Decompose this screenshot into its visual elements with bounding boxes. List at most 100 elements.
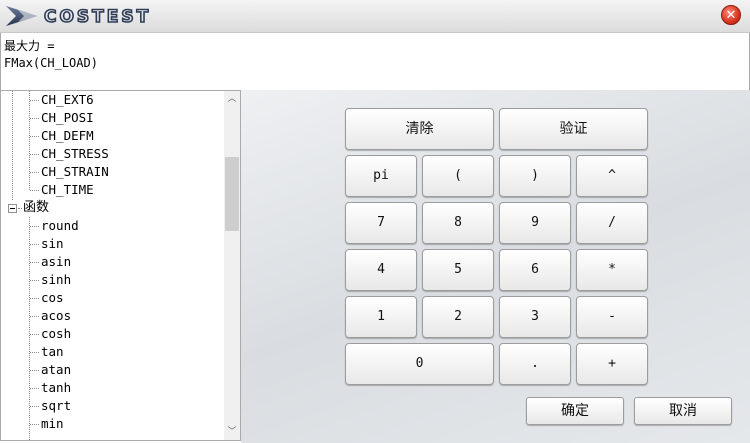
digit-8-button[interactable]: 8	[422, 202, 494, 244]
formula-name-line: 最大力 =	[4, 39, 55, 53]
tree-branch	[30, 334, 39, 335]
digit-1-button[interactable]: 1	[345, 296, 417, 338]
tree-branch	[30, 424, 39, 425]
tree-item-cosh[interactable]: cosh	[41, 325, 71, 343]
tree-item-tanh[interactable]: tanh	[41, 379, 71, 397]
variable-function-tree[interactable]: CH_EXT6 CH_POSI CH_DEFM CH_STRESS CH_STR…	[0, 90, 241, 441]
tree-item-cos[interactable]: cos	[41, 289, 64, 307]
pi-button[interactable]: pi	[345, 155, 417, 197]
tree-branch	[30, 298, 39, 299]
digit-1-label: 1	[377, 309, 385, 324]
digit-6-button[interactable]: 6	[499, 249, 571, 291]
digit-0-label: 0	[415, 356, 424, 371]
app-logo: COSTEST	[4, 4, 194, 28]
digit-7-label: 7	[377, 215, 385, 230]
tree-item-ch-defm[interactable]: CH_DEFM	[41, 127, 94, 145]
subtract-button[interactable]: -	[576, 296, 648, 338]
tree-branch	[30, 118, 39, 119]
clear-button[interactable]: 清除	[345, 108, 494, 150]
verify-label: 验证	[559, 121, 588, 137]
tree-branch	[30, 280, 39, 281]
clear-label: 清除	[405, 121, 434, 137]
digit-9-button[interactable]: 9	[499, 202, 571, 244]
tree-branch	[18, 208, 22, 209]
formula-expression-line: FMax(CH_LOAD)	[4, 56, 98, 70]
add-label: +	[608, 356, 616, 371]
digit-4-button[interactable]: 4	[345, 249, 417, 291]
digit-9-label: 9	[531, 215, 539, 230]
tree-item-ch-ext6[interactable]: CH_EXT6	[41, 91, 94, 109]
divide-button[interactable]: /	[576, 202, 648, 244]
divide-label: /	[608, 215, 616, 230]
subtract-label: -	[608, 309, 616, 324]
tree-item-asin[interactable]: asin	[41, 253, 71, 271]
digit-3-label: 3	[531, 309, 539, 324]
tree-branch	[30, 262, 39, 263]
tree-branch	[30, 172, 39, 173]
tree-branch	[30, 226, 39, 227]
tree-branch	[30, 370, 39, 371]
scroll-up-icon[interactable]: ︿	[224, 91, 240, 107]
tree-branch	[30, 316, 39, 317]
right-paren-label: )	[531, 168, 539, 183]
digit-2-label: 2	[454, 309, 462, 324]
tree-item-ch-strain[interactable]: CH_STRAIN	[41, 163, 109, 181]
digit-0-button[interactable]: 0	[345, 343, 494, 385]
tree-item-min[interactable]: min	[41, 415, 64, 433]
digit-3-button[interactable]: 3	[499, 296, 571, 338]
digit-8-label: 8	[454, 215, 462, 230]
digit-2-button[interactable]: 2	[422, 296, 494, 338]
add-button[interactable]: +	[576, 343, 648, 385]
power-label: ^	[608, 168, 616, 183]
digit-5-button[interactable]: 5	[422, 249, 494, 291]
tree-branch	[30, 352, 39, 353]
formula-editor-window: COSTEST ✕ 最大力 = FMax(CH_LOAD) CH_EXT6 CH…	[0, 0, 750, 443]
right-paren-button[interactable]: )	[499, 155, 571, 197]
digit-6-label: 6	[531, 262, 539, 277]
tree-scrollbar[interactable]: ︿ ﹀	[224, 91, 240, 440]
pi-label: pi	[373, 168, 389, 183]
tree-branch	[30, 190, 39, 191]
digit-7-button[interactable]: 7	[345, 202, 417, 244]
tree-branch	[30, 136, 39, 137]
multiply-button[interactable]: *	[576, 249, 648, 291]
ok-button[interactable]: 确定	[526, 397, 624, 425]
tree-branch	[30, 154, 39, 155]
close-button[interactable]: ✕	[721, 5, 741, 25]
tree-branch	[30, 100, 39, 101]
tree-item-atan[interactable]: atan	[41, 361, 71, 379]
digit-4-label: 4	[377, 262, 385, 277]
scroll-down-icon[interactable]: ﹀	[224, 424, 240, 440]
logo-text: COSTEST	[44, 7, 151, 27]
keypad-panel: 清除 验证 pi ( ) ^ 7 8 9 / 4 5 6 * 1 2 3 - 0…	[241, 90, 750, 443]
tree-item-sqrt[interactable]: sqrt	[41, 397, 71, 415]
tree-item-round[interactable]: round	[41, 217, 79, 235]
tree-item-tan[interactable]: tan	[41, 343, 64, 361]
digit-5-label: 5	[454, 262, 462, 277]
decimal-point-button[interactable]: .	[499, 343, 571, 385]
tree-branch	[30, 388, 39, 389]
tree-item-ch-time[interactable]: CH_TIME	[41, 181, 94, 199]
tree-branch	[30, 244, 39, 245]
app-logo-graphic: COSTEST	[6, 6, 151, 28]
power-button[interactable]: ^	[576, 155, 648, 197]
tree-branch	[30, 406, 39, 407]
tree-connector-functions	[29, 217, 30, 440]
close-icon: ✕	[725, 8, 737, 23]
tree-item-sin[interactable]: sin	[41, 235, 64, 253]
verify-button[interactable]: 验证	[499, 108, 648, 150]
tree-connector-root	[12, 91, 13, 200]
multiply-label: *	[608, 262, 616, 277]
scrollbar-thumb[interactable]	[225, 157, 239, 231]
tree-item-sinh[interactable]: sinh	[41, 271, 71, 289]
tree-item-ch-posi[interactable]: CH_POSI	[41, 109, 94, 127]
tree-group-functions[interactable]: 函数	[23, 199, 49, 217]
cancel-button[interactable]: 取消	[634, 397, 732, 425]
decimal-point-label: .	[531, 356, 539, 371]
cancel-label: 取消	[669, 403, 697, 419]
tree-item-acos[interactable]: acos	[41, 307, 71, 325]
formula-text-area[interactable]: 最大力 = FMax(CH_LOAD)	[0, 33, 750, 90]
left-paren-button[interactable]: (	[422, 155, 494, 197]
collapse-icon[interactable]	[8, 204, 17, 213]
tree-item-ch-stress[interactable]: CH_STRESS	[41, 145, 109, 163]
